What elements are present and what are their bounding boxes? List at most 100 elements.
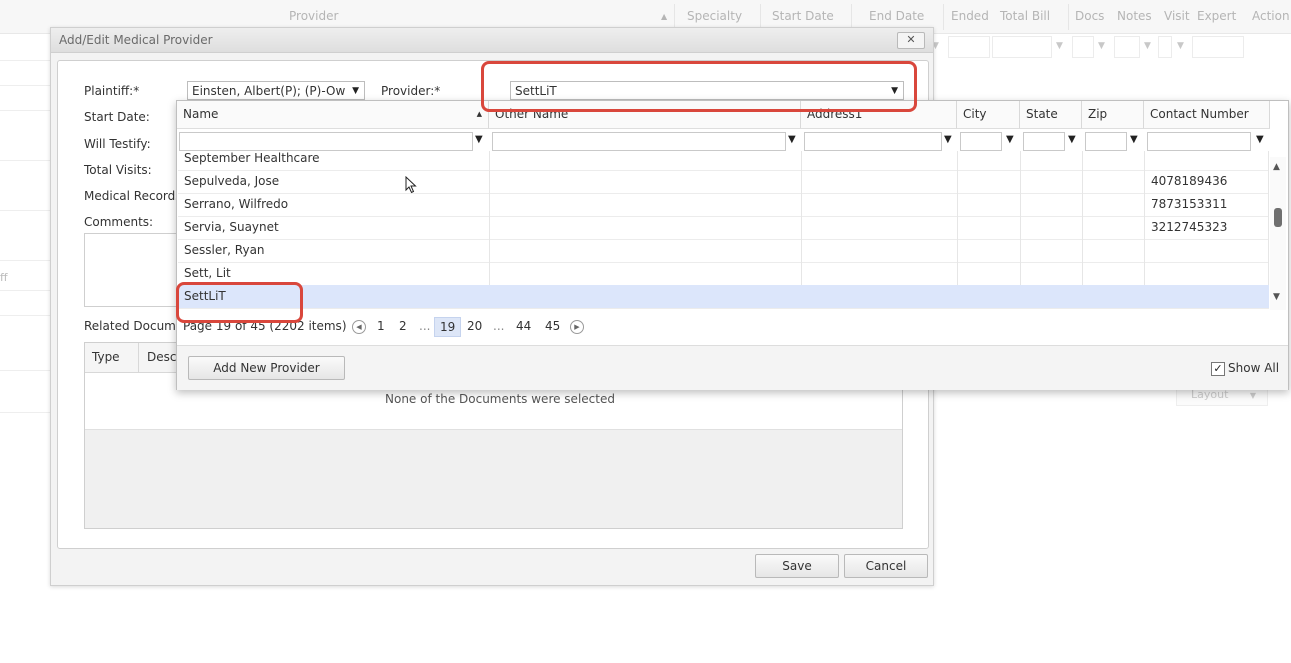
dropdown-col-state[interactable]: State [1020,101,1082,129]
bg-col-total-bill: Total Bill [1000,9,1051,23]
pager-page-current[interactable]: 19 [434,317,462,337]
total-visits-label: Total Visits: [84,163,152,177]
selected-row-highlight-box [176,282,303,323]
pager-page-20[interactable]: 20 [467,319,482,333]
add-new-provider-button[interactable]: Add New Provider [188,356,345,380]
table-row[interactable]: Sepulveda, Jose 4078189436 [178,170,1269,194]
checkmark-icon: ✓ [1213,362,1223,375]
bg-filter-visit[interactable] [1158,36,1172,58]
pager-ellipsis[interactable]: ... [493,319,504,333]
bg-filter-expert[interactable] [1192,36,1244,58]
table-row[interactable]: Sessler, Ryan [178,239,1269,263]
pager-page-44[interactable]: 44 [516,319,531,333]
dropdown-scrollbar[interactable]: ▲ ▼ [1270,157,1286,310]
cell-other-name [490,170,802,193]
cell-name: September Healthcare [178,151,490,170]
start-date-label: Start Date: [84,110,150,124]
pager-ellipsis[interactable]: ... [419,319,430,333]
cell-other-name [490,193,802,216]
pager-page-45[interactable]: 45 [545,319,560,333]
cell-contact: 4078189436 [1145,170,1269,193]
bg-sort-icon: ▲ [661,12,668,21]
filter-icon[interactable]: ▼ [788,134,796,145]
filter-contact-input[interactable] [1147,132,1251,151]
cell-other-name [490,285,802,308]
cell-city [958,239,1021,262]
cell-zip [1083,170,1145,193]
comments-label: Comments: [84,215,154,229]
filter-icon[interactable]: ▼ [944,134,952,145]
scroll-up-icon[interactable]: ▲ [1273,162,1280,172]
dropdown-col-city[interactable]: City [957,101,1020,129]
cell-zip [1083,239,1145,262]
related-documents-label: Related Docume [84,319,184,333]
chevron-down-icon: ▼ [1249,391,1257,400]
chevron-down-icon: ▼ [352,86,359,96]
will-testify-label: Will Testify: [84,137,151,151]
table-row[interactable]: Sett, Lit [178,262,1269,286]
dropdown-rows: September Healthcare Sepulveda, Jose 407… [177,151,1270,311]
cell-state [1021,285,1083,308]
cell-address1 [802,170,958,193]
bg-col-ended: Ended [951,9,989,23]
scrollbar-thumb[interactable] [1274,208,1282,227]
cell-city [958,151,1021,170]
bg-filter-ended[interactable] [948,36,990,58]
pager-next-icon[interactable]: ▶ [570,320,584,334]
pager-page-2[interactable]: 2 [399,319,407,333]
cell-other-name [490,151,802,170]
filter-icon[interactable]: ▼ [475,134,483,145]
filter-icon: ▼ [1177,41,1184,51]
table-row[interactable]: Servia, Suaynet 3212745323 [178,216,1269,240]
documents-col-type[interactable]: Type [92,350,120,364]
cell-state [1021,170,1083,193]
show-all-label[interactable]: Show All [1228,361,1279,375]
bg-filter-docs[interactable] [1072,36,1094,58]
cell-other-name [490,262,802,285]
filter-city-input[interactable] [960,132,1002,151]
provider-highlight-box [481,61,917,112]
comments-textarea[interactable] [84,233,186,307]
table-row-selected[interactable]: SettLiT [178,285,1269,309]
cell-other-name [490,239,802,262]
filter-icon[interactable]: ▼ [1006,134,1014,145]
documents-col-description[interactable]: Desc [147,350,176,364]
cell-contact [1145,239,1269,262]
save-button[interactable]: Save [755,554,839,578]
scroll-down-icon[interactable]: ▼ [1273,292,1280,302]
filter-icon[interactable]: ▼ [1130,134,1138,145]
pager-page-1[interactable]: 1 [377,319,385,333]
bg-filter-total-bill[interactable] [992,36,1052,58]
table-row[interactable]: September Healthcare [178,151,1269,171]
dropdown-footer: Add New Provider ✓ Show All [177,345,1288,390]
table-row[interactable]: Serrano, Wilfredo 7873153311 [178,193,1269,217]
dropdown-col-zip[interactable]: Zip [1082,101,1144,129]
bg-filter-notes[interactable] [1114,36,1140,58]
dropdown-col-contact-number[interactable]: Contact Number [1144,101,1270,129]
provider-label: Provider:* [381,84,441,98]
filter-other-name-input[interactable] [492,132,786,151]
dialog-title-bar[interactable]: Add/Edit Medical Provider ✕ [51,28,933,53]
cell-name: Sepulveda, Jose [178,170,490,193]
show-all-checkbox[interactable]: ✓ [1211,362,1225,376]
filter-icon[interactable]: ▼ [1256,134,1264,145]
filter-address1-input[interactable] [804,132,942,151]
cancel-button[interactable]: Cancel [844,554,928,578]
filter-zip-input[interactable] [1085,132,1127,151]
close-icon: ✕ [906,33,916,46]
cell-city [958,262,1021,285]
cell-name: Serrano, Wilfredo [178,193,490,216]
filter-name-input[interactable] [179,132,473,151]
close-button[interactable]: ✕ [897,32,925,49]
cell-city [958,193,1021,216]
cell-state [1021,216,1083,239]
cell-city [958,285,1021,308]
plaintiff-select[interactable]: Einsten, Albert(P); (P)-Ow ▼ [187,81,365,100]
cell-contact [1145,262,1269,285]
cell-contact [1145,285,1269,308]
pager-prev-icon[interactable]: ◀ [352,320,366,334]
filter-state-input[interactable] [1023,132,1065,151]
filter-icon[interactable]: ▼ [1068,134,1076,145]
dropdown-col-name[interactable]: Name ▲ [177,101,489,129]
plaintiff-value: Einsten, Albert(P); (P)-Ow [192,84,346,98]
